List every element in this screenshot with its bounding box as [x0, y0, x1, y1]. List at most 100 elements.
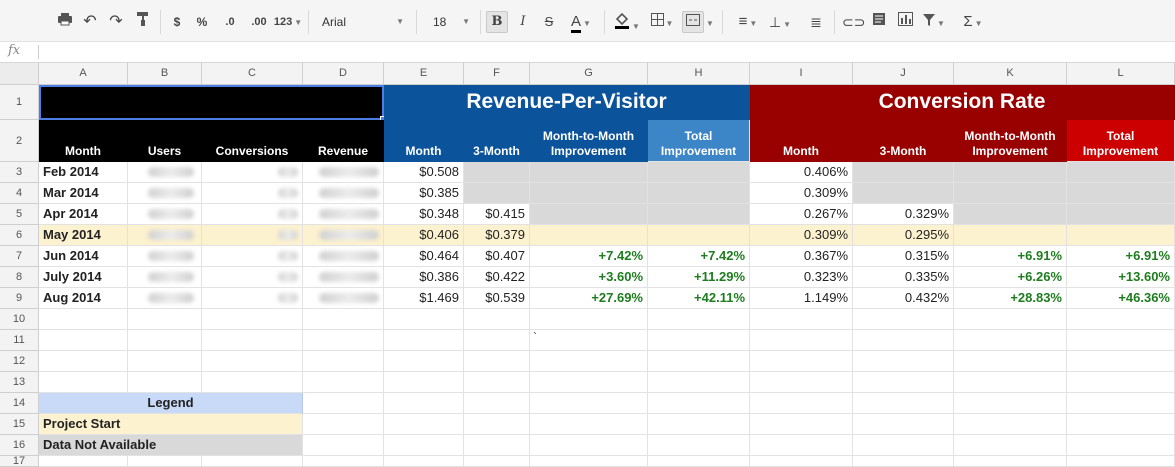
cell-month[interactable]: Mar 2014 [39, 183, 128, 204]
header-rpv-3month[interactable]: 3-Month [464, 120, 530, 162]
empty-cell[interactable] [303, 372, 384, 393]
empty-cell[interactable] [128, 372, 202, 393]
cell-cr-mtm[interactable] [954, 183, 1067, 204]
cell-cr-total[interactable]: +46.36% [1067, 288, 1175, 309]
legend-project-start[interactable]: Project Start [39, 414, 303, 435]
cell-month[interactable]: Aug 2014 [39, 288, 128, 309]
cell-conversions-redacted[interactable] [202, 246, 303, 267]
empty-cell[interactable] [464, 330, 530, 351]
conversion-rate-title[interactable]: Conversion Rate [750, 85, 1175, 120]
row-header-11[interactable]: 11 [0, 330, 39, 351]
cell-month[interactable]: July 2014 [39, 267, 128, 288]
cell-conversions-redacted[interactable] [202, 288, 303, 309]
header-month[interactable]: Month [39, 120, 128, 162]
font-size-select[interactable]: 18 ▼ [424, 11, 474, 33]
decrease-decimal-button[interactable]: .0 [218, 11, 242, 33]
font-family-select[interactable]: Arial ▼ [316, 11, 408, 33]
merged-header-blank[interactable] [39, 85, 384, 120]
cell-revenue-redacted[interactable] [303, 267, 384, 288]
cell-cr-3month[interactable]: 0.335% [853, 267, 954, 288]
empty-cell[interactable] [530, 393, 648, 414]
column-header-l[interactable]: L [1067, 63, 1175, 85]
empty-cell[interactable] [1067, 351, 1175, 372]
insert-link-button[interactable]: ⊂⊃ [842, 11, 865, 33]
header-revenue[interactable]: Revenue [303, 120, 384, 162]
empty-cell[interactable] [384, 393, 464, 414]
cell-revenue-redacted[interactable] [303, 288, 384, 309]
empty-cell[interactable] [530, 456, 648, 467]
empty-cell[interactable] [202, 372, 303, 393]
cell-rpv-total[interactable]: +42.11% [648, 288, 750, 309]
column-header-f[interactable]: F [464, 63, 530, 85]
cell-users-redacted[interactable] [128, 183, 202, 204]
row-header-15[interactable]: 15 [0, 414, 39, 435]
empty-cell[interactable] [954, 456, 1067, 467]
cell-revenue-redacted[interactable] [303, 183, 384, 204]
empty-cell[interactable] [202, 330, 303, 351]
cell-rpv-3month[interactable]: $0.539 [464, 288, 530, 309]
cell-cr-total[interactable] [1067, 162, 1175, 183]
empty-cell[interactable] [853, 330, 954, 351]
cell-conversions-redacted[interactable] [202, 267, 303, 288]
row-header-13[interactable]: 13 [0, 372, 39, 393]
column-header-d[interactable]: D [303, 63, 384, 85]
empty-cell[interactable] [954, 330, 1067, 351]
cell-rpv-month[interactable]: $0.386 [384, 267, 464, 288]
column-header-a[interactable]: A [39, 63, 128, 85]
bold-button[interactable]: B [486, 11, 508, 33]
cell-rpv-month[interactable]: $0.385 [384, 183, 464, 204]
empty-cell[interactable] [750, 456, 853, 467]
cell-revenue-redacted[interactable] [303, 246, 384, 267]
fill-color-button[interactable]: ▼ [612, 11, 642, 33]
row-header-10[interactable]: 10 [0, 309, 39, 330]
print-icon[interactable] [55, 11, 75, 33]
empty-cell[interactable] [384, 456, 464, 467]
empty-cell[interactable] [648, 414, 750, 435]
cell-cr-total[interactable] [1067, 183, 1175, 204]
empty-cell[interactable] [853, 309, 954, 330]
cell-cr-month[interactable]: 0.323% [750, 267, 853, 288]
redo-icon[interactable]: ↷ [106, 11, 126, 33]
cell-cr-month[interactable]: 0.309% [750, 225, 853, 246]
empty-cell[interactable] [303, 414, 384, 435]
header-rpv-mtm[interactable]: Month-to-Month Improvement [530, 120, 648, 162]
cell-cr-mtm[interactable] [954, 204, 1067, 225]
cell-rpv-month[interactable]: $0.406 [384, 225, 464, 246]
empty-cell[interactable] [750, 393, 853, 414]
cell-cr-3month[interactable]: 0.329% [853, 204, 954, 225]
empty-cell[interactable] [853, 351, 954, 372]
cell-cr-total[interactable] [1067, 204, 1175, 225]
empty-cell[interactable] [303, 393, 384, 414]
empty-cell[interactable] [750, 330, 853, 351]
empty-cell[interactable] [648, 456, 750, 467]
cell-rpv-total[interactable]: +11.29% [648, 267, 750, 288]
empty-cell[interactable] [39, 351, 128, 372]
empty-cell[interactable] [1067, 309, 1175, 330]
header-rpv-month[interactable]: Month [384, 120, 464, 162]
header-cr-mtm[interactable]: Month-to-Month Improvement [954, 120, 1067, 162]
empty-cell[interactable] [128, 456, 202, 467]
empty-cell[interactable] [128, 351, 202, 372]
empty-cell[interactable] [384, 309, 464, 330]
row-header-9[interactable]: 9 [0, 288, 39, 309]
borders-button[interactable]: ▼ [648, 11, 676, 33]
cell-rpv-3month[interactable]: $0.379 [464, 225, 530, 246]
cell-rpv-month[interactable]: $0.508 [384, 162, 464, 183]
horizontal-align-button[interactable]: ≡ ▼ [734, 11, 762, 33]
cell-cr-month[interactable]: 0.406% [750, 162, 853, 183]
cell-revenue-redacted[interactable] [303, 225, 384, 246]
cell-rpv-3month[interactable]: $0.422 [464, 267, 530, 288]
empty-cell[interactable] [202, 351, 303, 372]
cell-rpv-total[interactable] [648, 162, 750, 183]
cell-cr-mtm[interactable]: +6.26% [954, 267, 1067, 288]
row-header-3[interactable]: 3 [0, 162, 39, 183]
row-header-2[interactable]: 2 [0, 120, 39, 162]
cell-cr-mtm[interactable]: +6.91% [954, 246, 1067, 267]
cell-conversions-redacted[interactable] [202, 183, 303, 204]
legend-title[interactable]: Legend [39, 393, 303, 414]
cell-users-redacted[interactable] [128, 267, 202, 288]
increase-decimal-button[interactable]: .00 [246, 11, 272, 33]
column-header-c[interactable]: C [202, 63, 303, 85]
empty-cell[interactable] [303, 330, 384, 351]
cell-users-redacted[interactable] [128, 162, 202, 183]
